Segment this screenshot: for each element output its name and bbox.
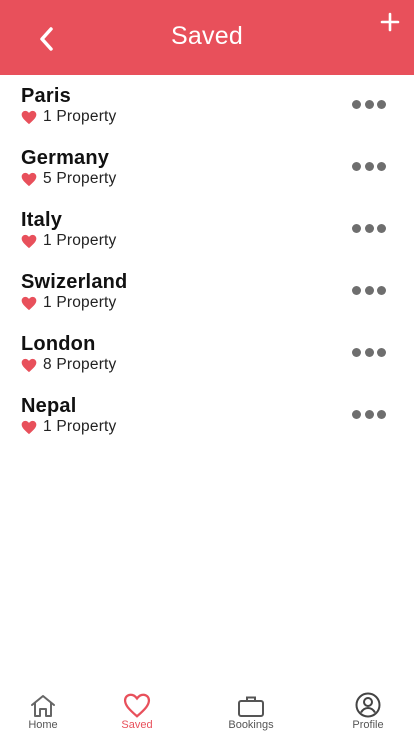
- tab-home-label: Home: [28, 719, 58, 731]
- heart-icon: [21, 234, 37, 248]
- destination-name: Germany: [21, 147, 110, 169]
- tab-profile[interactable]: Profile: [328, 690, 408, 731]
- more-options-button[interactable]: [352, 98, 386, 110]
- tab-profile-label: Profile: [352, 719, 384, 731]
- dot: [364, 285, 374, 295]
- user-circle-icon: [355, 692, 381, 718]
- property-count: 1 Property: [21, 108, 117, 126]
- property-count-label: 5 Property: [43, 170, 117, 187]
- dot: [352, 409, 361, 419]
- tab-saved-label: Saved: [121, 719, 153, 731]
- saved-list: Paris 1 Property Germany 5 Property Ital…: [0, 83, 414, 455]
- property-count-label: 1 Property: [43, 108, 117, 125]
- page-title: Saved: [171, 22, 243, 50]
- dot: [377, 161, 386, 171]
- list-item[interactable]: Italy 1 Property: [0, 207, 414, 269]
- destination-name: London: [21, 333, 96, 355]
- destination-name: Paris: [21, 85, 71, 107]
- dot: [352, 223, 361, 233]
- dot: [352, 161, 361, 171]
- list-item[interactable]: Nepal 1 Property: [0, 393, 414, 455]
- dot: [364, 99, 374, 109]
- property-count-label: 8 Property: [43, 356, 117, 373]
- property-count: 1 Property: [21, 418, 117, 436]
- property-count: 5 Property: [21, 170, 117, 188]
- plus-icon: [380, 12, 400, 32]
- dot: [352, 99, 361, 109]
- heart-icon: [21, 172, 37, 186]
- destination-name: Italy: [21, 209, 63, 231]
- more-options-button[interactable]: [352, 222, 386, 234]
- heart-outline-icon: [123, 693, 151, 718]
- heart-icon: [21, 110, 37, 124]
- add-button[interactable]: [376, 8, 404, 36]
- dot: [377, 285, 386, 295]
- dot: [377, 347, 386, 357]
- tab-saved[interactable]: Saved: [97, 690, 177, 731]
- tab-bookings-label: Bookings: [228, 719, 274, 731]
- dot: [377, 223, 386, 233]
- more-options-button[interactable]: [352, 408, 386, 420]
- tab-bookings[interactable]: Bookings: [211, 690, 291, 731]
- property-count-label: 1 Property: [43, 294, 117, 311]
- dot: [352, 285, 361, 295]
- heart-icon: [21, 358, 37, 372]
- app-header: Saved: [0, 0, 414, 75]
- briefcase-icon: [238, 696, 264, 717]
- dot: [364, 223, 374, 233]
- more-options-button[interactable]: [352, 346, 386, 358]
- destination-name: Swizerland: [21, 271, 128, 293]
- dot: [377, 409, 386, 419]
- more-options-button[interactable]: [352, 284, 386, 296]
- list-item[interactable]: London 8 Property: [0, 331, 414, 393]
- dot: [352, 347, 361, 357]
- heart-icon: [21, 296, 37, 310]
- home-icon: [31, 695, 55, 717]
- dot: [364, 161, 374, 171]
- heart-icon: [21, 420, 37, 434]
- more-options-button[interactable]: [352, 160, 386, 172]
- list-item[interactable]: Paris 1 Property: [0, 83, 414, 145]
- dot: [364, 409, 374, 419]
- property-count-label: 1 Property: [43, 232, 117, 249]
- list-item[interactable]: Germany 5 Property: [0, 145, 414, 207]
- property-count: 1 Property: [21, 294, 117, 312]
- dot: [364, 347, 374, 357]
- bottom-tab-bar: Home Saved Bookings Profile: [0, 686, 414, 736]
- property-count-label: 1 Property: [43, 418, 117, 435]
- tab-home[interactable]: Home: [3, 690, 83, 731]
- list-item[interactable]: Swizerland 1 Property: [0, 269, 414, 331]
- destination-name: Nepal: [21, 395, 77, 417]
- property-count: 8 Property: [21, 356, 117, 374]
- property-count: 1 Property: [21, 232, 117, 250]
- dot: [377, 99, 386, 109]
